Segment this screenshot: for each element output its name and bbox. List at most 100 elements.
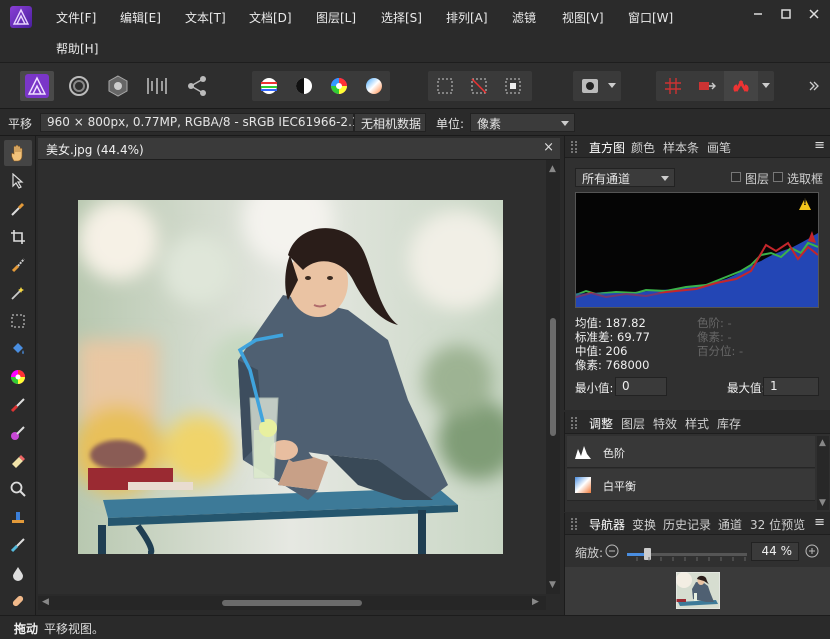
tab-navigator[interactable]: 导航器 [589,516,625,533]
zoom-value-input[interactable]: 44 % [751,542,799,561]
zoom-tool-icon[interactable] [4,476,32,502]
zoom-out-icon[interactable] [605,544,619,558]
marquee-select-icon[interactable] [428,71,462,101]
paint-brush-tool-icon[interactable] [4,392,32,418]
hand-tool-icon[interactable] [4,140,32,166]
vertical-scrollbar[interactable]: ▲ ▼ [546,160,560,594]
flood-select-tool-icon[interactable] [4,280,32,306]
document-tab[interactable]: 美女.jpg (44.4%) × [38,138,560,160]
snap-dropdown-chevron-down-icon[interactable] [758,71,774,101]
horizontal-scrollbar[interactable]: ◀ ▶ [38,596,546,610]
white-balance-icon[interactable] [357,71,391,101]
tab-stock[interactable]: 库存 [717,415,741,432]
menu-view[interactable]: 视图[V] [562,9,604,26]
panel-grip-icon[interactable] [571,417,577,429]
export-persona-icon[interactable] [180,71,214,101]
tab-layers[interactable]: 图层 [621,415,645,432]
develop-persona-icon[interactable] [101,71,135,101]
invert-selection-icon[interactable] [496,71,530,101]
fill-tool-icon[interactable] [4,336,32,362]
crop-tool-icon[interactable] [4,224,32,250]
deselect-icon[interactable] [462,71,496,101]
tab-styles[interactable]: 样式 [685,415,709,432]
adjustment-levels[interactable]: 色阶 [567,436,815,468]
selection-brush-tool-icon[interactable] [4,252,32,278]
menu-text[interactable]: 文本[T] [185,9,226,26]
min-value-input[interactable]: 0 [615,377,667,396]
eraser-tool-icon[interactable] [4,448,32,474]
tab-channels[interactable]: 通道 [718,516,742,533]
zoom-in-icon[interactable] [805,544,819,558]
mask-dropdown-chevron-down-icon[interactable] [604,71,620,101]
close-document-icon[interactable]: × [543,140,554,155]
marquee-checkbox[interactable] [773,172,783,182]
tab-color[interactable]: 颜色 [631,139,655,156]
panel-grip-icon[interactable] [571,518,577,530]
horizontal-scroll-thumb[interactable] [222,600,362,606]
toolbar-overflow-icon[interactable] [804,71,824,101]
document-image[interactable] [78,200,503,554]
align-snap-icon[interactable] [690,71,724,101]
adjustment-white-balance[interactable]: 白平衡 [567,469,815,501]
menu-help[interactable]: 帮助[H] [56,40,98,57]
navigator-thumbnail[interactable] [676,572,720,609]
tab-history[interactable]: 历史记录 [663,516,711,533]
marquee-tool-icon[interactable] [4,308,32,334]
dodge-brush-tool-icon[interactable] [4,420,32,446]
scroll-up-icon[interactable]: ▲ [549,164,556,174]
scroll-down-icon[interactable]: ▼ [549,580,556,590]
menu-document[interactable]: 文档[D] [249,9,292,26]
quick-mask-icon[interactable] [573,71,607,101]
max-value-input[interactable]: 1 [763,377,819,396]
color-wheel-tool-icon[interactable] [4,364,32,390]
magnet-snapping-icon[interactable] [724,71,758,101]
tab-histogram[interactable]: 直方图 [589,139,625,156]
maximize-icon[interactable] [776,6,796,26]
vertical-scroll-thumb[interactable] [550,318,556,436]
tab-transform[interactable]: 变换 [632,516,656,533]
histogram-graph[interactable]: ! [575,192,819,308]
zoom-slider[interactable] [627,548,747,560]
menu-select[interactable]: 选择[S] [381,9,422,26]
menu-window[interactable]: 窗口[W] [628,9,673,26]
tab-brushes[interactable]: 画笔 [707,139,731,156]
menu-layer[interactable]: 图层[L] [316,9,356,26]
clone-stamp-tool-icon[interactable] [4,504,32,530]
menu-filters[interactable]: 滤镜 [512,9,536,26]
scroll-up-icon[interactable]: ▲ [819,438,826,448]
grid-snap-icon[interactable] [656,71,690,101]
scroll-down-icon[interactable]: ▼ [819,498,826,508]
hsl-icon[interactable] [322,71,356,101]
panel-menu-icon[interactable]: ≡ [814,138,825,153]
menu-file[interactable]: 文件[F] [56,9,96,26]
tab-32bit-preview[interactable]: 32 位预览 [750,516,805,533]
contrast-icon[interactable] [287,71,321,101]
affinity-photo-logo-icon[interactable] [10,6,32,28]
panel-menu-icon[interactable]: ≡ [814,515,825,530]
photo-persona-icon[interactable] [20,71,54,101]
minimize-icon[interactable] [748,6,768,26]
healing-brush-tool-icon[interactable] [4,532,32,558]
channel-select[interactable]: 所有通道 [575,168,675,187]
tone-mapping-persona-icon[interactable] [140,71,174,101]
layer-checkbox[interactable] [731,172,741,182]
tab-swatches[interactable]: 样本条 [663,139,699,156]
close-icon[interactable] [804,6,824,26]
menu-arrange[interactable]: 排列[A] [446,9,488,26]
blur-tool-icon[interactable] [4,560,32,586]
scroll-right-icon[interactable]: ▶ [532,597,539,607]
color-picker-tool-icon[interactable] [4,196,32,222]
tool-name-label: 平移 [8,117,33,131]
canvas[interactable] [38,160,546,594]
tab-adjustments[interactable]: 调整 [589,415,613,432]
move-tool-icon[interactable] [4,168,32,194]
scroll-left-icon[interactable]: ◀ [42,597,49,607]
adjustments-scrollbar[interactable]: ▲ ▼ [817,436,829,510]
tab-effects[interactable]: 特效 [653,415,677,432]
patch-tool-icon[interactable] [4,588,32,614]
menu-edit[interactable]: 编辑[E] [120,9,161,26]
unit-select[interactable]: 像素 [470,113,575,132]
levels-icon[interactable] [252,71,286,101]
liquify-persona-icon[interactable] [62,71,96,101]
panel-grip-icon[interactable] [571,141,577,153]
